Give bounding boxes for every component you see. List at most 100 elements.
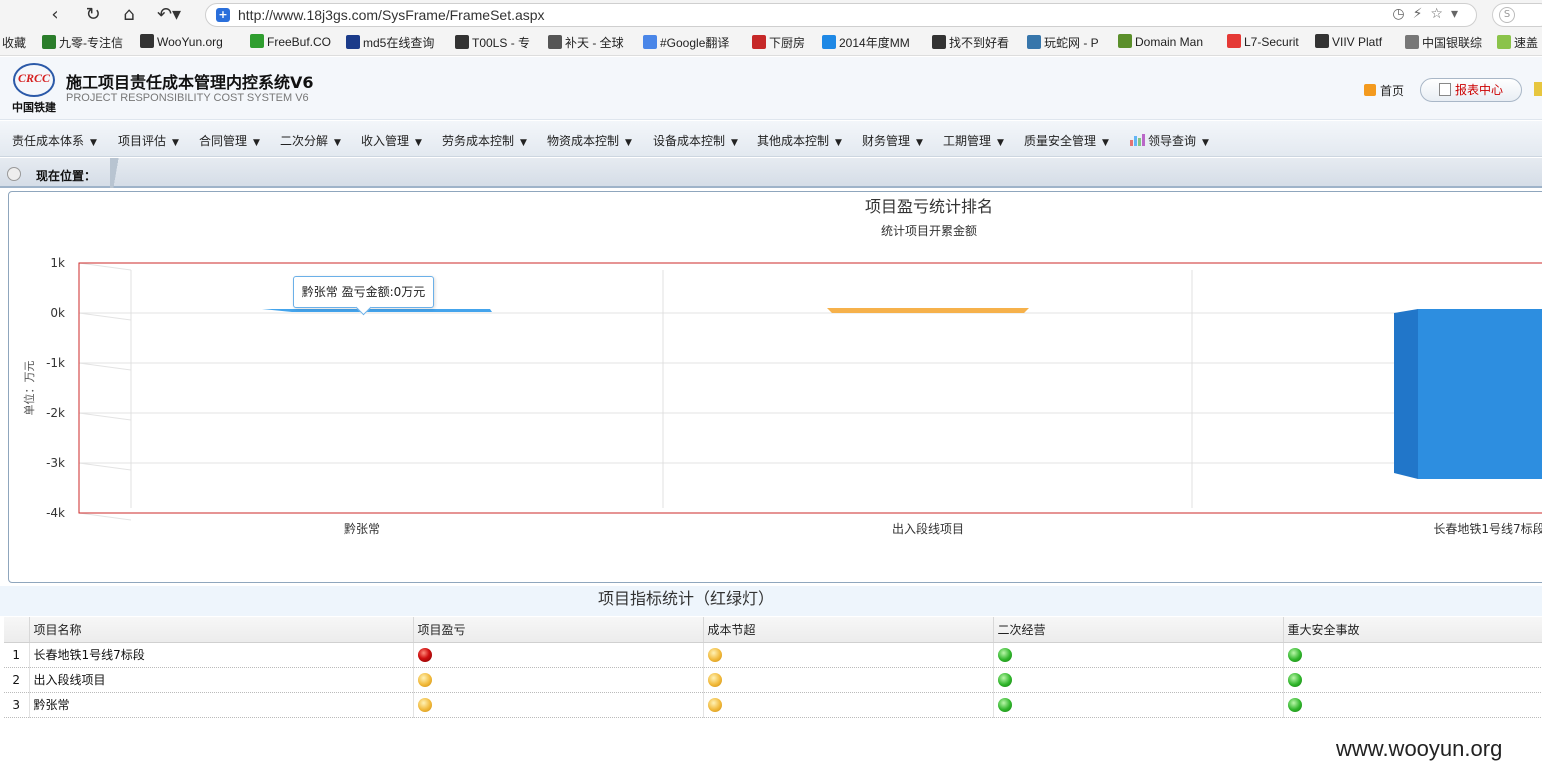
bookmark-item[interactable]: WooYun.org — [140, 34, 223, 49]
menu-item[interactable]: 物资成本控制 ▼ — [547, 132, 632, 149]
menu-item[interactable]: 领导查询 ▼ — [1130, 132, 1209, 149]
play-icon — [822, 35, 836, 49]
col-project-name[interactable]: 项目名称 — [29, 617, 414, 643]
menu-item[interactable]: 责任成本体系 ▼ — [12, 132, 97, 149]
caret-down-icon: ▼ — [520, 138, 527, 148]
grid-depth-line — [78, 412, 132, 421]
excel-icon[interactable] — [1534, 82, 1542, 96]
bookmark-item[interactable]: 2014年度MM — [822, 34, 910, 51]
project-name-cell: 出入段线项目 — [29, 667, 414, 693]
bookmark-item[interactable]: 中国银联综 — [1405, 34, 1482, 51]
menu-item[interactable]: 质量安全管理 ▼ — [1024, 132, 1109, 149]
bookmark-item[interactable]: Domain Man — [1118, 34, 1203, 49]
bookmark-item[interactable]: 下厨房 — [752, 34, 805, 51]
status-cell — [413, 667, 704, 693]
nine-zero-icon — [42, 35, 56, 49]
search-engine-icon: S — [1499, 7, 1515, 23]
table-row[interactable]: 1 长春地铁1号线7标段 — [4, 642, 1542, 668]
caret-down-icon: ▼ — [415, 138, 422, 148]
status-cell — [413, 642, 704, 668]
menu-item[interactable]: 收入管理 ▼ — [361, 132, 422, 149]
bookmark-label: 中国银联综 — [1422, 36, 1483, 50]
bar — [827, 308, 1029, 313]
menu-item[interactable]: 工期管理 ▼ — [943, 132, 1004, 149]
bookmark-item[interactable]: 玩蛇网 - P — [1027, 34, 1099, 51]
app-subtitle: PROJECT RESPONSIBILITY COST SYSTEM V6 — [66, 92, 309, 104]
home-link[interactable]: 首页 — [1364, 82, 1404, 99]
menu-item[interactable]: 劳务成本控制 ▼ — [442, 132, 527, 149]
bookmark-item[interactable]: 九零-专注信 — [42, 34, 123, 51]
bar-chart-icon — [1130, 134, 1145, 146]
translate-icon — [643, 35, 657, 49]
status-cell — [993, 667, 1284, 693]
menu-item[interactable]: 项目评估 ▼ — [118, 132, 179, 149]
bookmark-label: 九零-专注信 — [59, 36, 123, 50]
search-box[interactable]: S — [1492, 3, 1542, 27]
indicator-table: 项目名称 项目盈亏 成本节超 二次经营 重大安全事故 1 长春地铁1号线7标段 2 出… — [4, 617, 1542, 718]
bookmark-item[interactable]: L7-Securit — [1227, 34, 1299, 49]
chart-subtitle: 统计项目开累金额 — [881, 223, 977, 238]
bar-side — [1394, 309, 1418, 479]
plant-icon — [1497, 35, 1511, 49]
home-icon[interactable]: ⌂ — [118, 4, 140, 26]
bookmark-item[interactable]: VIIV Platf — [1315, 34, 1382, 49]
back-icon[interactable]: ‹ — [44, 4, 66, 26]
bookmark-item[interactable]: FreeBuf.CO — [250, 34, 331, 49]
menu-item[interactable]: 设备成本控制 ▼ — [653, 132, 738, 149]
logo-text: CRCC — [17, 71, 50, 85]
bar — [262, 309, 492, 312]
app-title: 施工项目责任成本管理内控系统V6 — [66, 73, 314, 92]
menu-item-label: 项目评估 — [118, 134, 167, 148]
menu-item-label: 二次分解 — [280, 134, 329, 148]
menu-item[interactable]: 合同管理 ▼ — [199, 132, 260, 149]
bookmark-item[interactable]: 找不到好看 — [932, 34, 1009, 51]
bookmark-item[interactable]: 补天 - 全球 — [548, 34, 624, 51]
bookmark-item[interactable]: T00LS - 专 — [455, 34, 530, 51]
table-row[interactable]: 3 黔张常 — [4, 692, 1542, 718]
col-profit[interactable]: 项目盈亏 — [413, 617, 704, 643]
security-shield-icon: + — [216, 8, 230, 22]
menu-item-label: 劳务成本控制 — [442, 134, 515, 148]
undo-icon[interactable]: ↶▾ — [154, 4, 184, 26]
grid-depth-line — [78, 462, 132, 471]
col-cost[interactable]: 成本节超 — [703, 617, 994, 643]
menu-item-label: 责任成本体系 — [12, 134, 85, 148]
reload-icon[interactable]: ↻ — [82, 4, 104, 26]
python-icon — [1027, 35, 1041, 49]
col-safety[interactable]: 重大安全事故 — [1283, 617, 1542, 643]
url-text: http://www.18j3gs.com/SysFrame/FrameSet.… — [238, 7, 545, 23]
caret-down-icon: ▼ — [916, 138, 923, 148]
menu-item[interactable]: 二次分解 ▼ — [280, 132, 341, 149]
document-icon — [1438, 83, 1451, 96]
chart-tooltip: 黔张常 盈亏金额:0万元 — [293, 276, 434, 308]
bookmark-label: 补天 - 全球 — [565, 36, 624, 50]
l7-icon — [1227, 34, 1241, 48]
caret-down-icon: ▼ — [835, 138, 842, 148]
bookmark-item[interactable]: #Google翻译 — [643, 34, 729, 51]
menu-item-label: 其他成本控制 — [757, 134, 830, 148]
row-number: 1 — [4, 642, 30, 668]
freebuf-icon — [250, 34, 264, 48]
table-row[interactable]: 2 出入段线项目 — [4, 667, 1542, 693]
menu-item[interactable]: 财务管理 ▼ — [862, 132, 923, 149]
col-secondary[interactable]: 二次经营 — [993, 617, 1284, 643]
table-header-row: 项目名称 项目盈亏 成本节超 二次经营 重大安全事故 — [4, 617, 1542, 643]
address-bar[interactable]: + http://www.18j3gs.com/SysFrame/FrameSe… — [205, 3, 1477, 27]
bookmark-item[interactable]: md5在线查询 — [346, 34, 434, 51]
row-number: 2 — [4, 667, 30, 693]
menu-item[interactable]: 其他成本控制 ▼ — [757, 132, 842, 149]
caret-down-icon: ▼ — [731, 138, 738, 148]
table-title: 项目指标统计（红绿灯） — [0, 586, 1542, 616]
profit-chart-panel: 项目盈亏统计排名 统计项目开累金额 单位：万元 1k 0k -1k -2k -3k -4k 黔张常… — [8, 191, 1542, 583]
bookmark-label: WooYun.org — [157, 35, 223, 49]
report-center-button[interactable]: 报表中心 — [1420, 78, 1522, 102]
y-axis-label: 单位：万元 — [22, 361, 36, 416]
bookmark-item[interactable]: 速盖 — [1497, 34, 1538, 51]
location-label: 现在位置： — [36, 169, 97, 183]
y-tick-label: -2k — [46, 406, 65, 420]
address-actions[interactable]: ◷⚡☆▾ — [1392, 6, 1466, 22]
caret-down-icon: ▼ — [997, 138, 1004, 148]
caret-down-icon: ▼ — [334, 138, 341, 148]
bookmark-item[interactable]: 收藏 — [2, 34, 26, 51]
y-tick-label: -3k — [46, 456, 65, 470]
